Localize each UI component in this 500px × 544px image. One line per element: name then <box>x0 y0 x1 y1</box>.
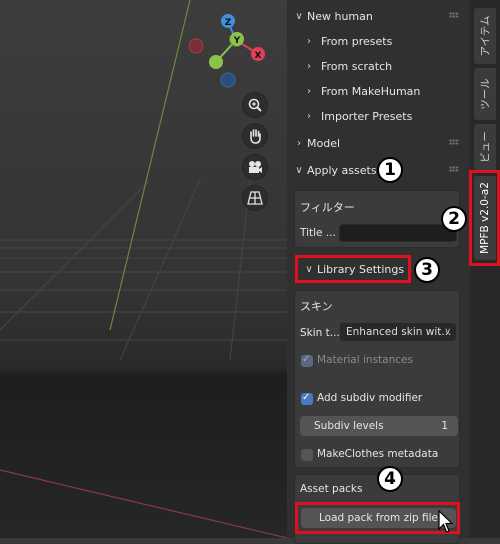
chevron-right-icon: › <box>307 110 311 122</box>
new-human-header[interactable]: ∨ New human <box>287 5 467 27</box>
makeclothes-metadata-label: MakeClothes metadata <box>317 448 439 460</box>
chevron-right-icon: › <box>297 137 301 149</box>
mouse-cursor-icon <box>438 510 454 533</box>
camera-view-button[interactable] <box>242 154 268 180</box>
drag-grip-icon[interactable] <box>449 139 459 145</box>
apply-assets-title: Apply assets <box>307 163 377 177</box>
title-filter-label: Title ... <box>300 227 336 239</box>
filter-box: フィルター Title ... <box>294 190 460 248</box>
importer-presets-item[interactable]: › Importer Presets <box>307 105 462 127</box>
highlight-load-pack-button <box>295 502 460 534</box>
add-subdiv-label: Add subdiv modifier <box>317 392 423 404</box>
skin-type-value: Enhanced skin wit... <box>346 326 452 338</box>
chevron-right-icon: › <box>307 60 311 72</box>
chevron-right-icon: › <box>307 35 311 47</box>
annotation-3: 3 <box>414 257 440 283</box>
gizmo-y-label: Y <box>233 36 241 46</box>
hand-pan-icon <box>250 129 261 144</box>
model-header[interactable]: › Model <box>287 132 467 154</box>
camera-icon <box>249 161 262 173</box>
tab-tool[interactable]: ツール <box>474 68 496 120</box>
chevron-down-icon: ∨ <box>444 327 451 337</box>
chevron-right-icon: › <box>307 85 311 97</box>
skin-type-label: Skin t... <box>300 327 340 339</box>
subdiv-levels-value: 1 <box>441 420 448 432</box>
subdiv-levels-label: Subdiv levels <box>314 420 384 432</box>
3d-viewport[interactable]: Z Y X <box>0 0 287 538</box>
skin-box: スキン Skin t... Enhanced skin wit... ∨ Mat… <box>294 290 460 468</box>
highlight-library-settings <box>295 255 411 283</box>
annotation-2: 2 <box>441 206 467 232</box>
makeclothes-metadata-checkbox[interactable] <box>301 449 313 461</box>
tab-item[interactable]: アイテム <box>474 8 496 64</box>
tab-tool-label: ツール <box>479 78 492 110</box>
from-presets-item[interactable]: › From presets <box>307 30 462 52</box>
skin-type-dropdown[interactable]: Enhanced skin wit... ∨ <box>339 322 457 342</box>
gizmo-x-label: X <box>255 51 262 61</box>
asset-packs-heading: Asset packs <box>300 483 363 495</box>
tab-view-label: ビュー <box>479 131 492 163</box>
new-human-title: New human <box>307 9 373 23</box>
drag-grip-icon[interactable] <box>449 166 459 172</box>
tab-view[interactable]: ビュー <box>474 124 496 170</box>
gizmo-z-label: Z <box>225 18 232 28</box>
annotation-1: 1 <box>377 157 403 183</box>
tab-item-label: アイテム <box>479 15 492 57</box>
zoom-button[interactable] <box>242 92 268 118</box>
model-title: Model <box>307 136 341 150</box>
pan-button[interactable] <box>242 123 268 149</box>
from-presets-label: From presets <box>321 34 393 48</box>
sidebar-tabs: アイテム ツール ビュー MPFB v2.0-a2 <box>470 0 500 538</box>
chevron-down-icon: ∨ <box>295 164 303 176</box>
add-subdiv-checkbox[interactable] <box>301 392 313 405</box>
perspective-grid-icon <box>247 191 263 205</box>
perspective-toggle-button[interactable] <box>242 185 268 211</box>
filter-heading: フィルター <box>300 201 355 214</box>
zoom-icon <box>248 98 262 112</box>
title-filter-input[interactable] <box>339 224 457 242</box>
from-scratch-label: From scratch <box>321 59 393 73</box>
from-scratch-item[interactable]: › From scratch <box>307 55 462 77</box>
chevron-down-icon: ∨ <box>295 10 303 22</box>
material-instances-label: Material instances <box>317 354 413 366</box>
navigation-gizmo[interactable]: Z Y X <box>0 0 287 100</box>
importer-presets-label: Importer Presets <box>321 109 413 123</box>
skin-heading: スキン <box>300 300 333 313</box>
highlight-mpfb-tab <box>469 170 500 266</box>
subdiv-levels-field[interactable]: Subdiv levels 1 <box>300 416 458 436</box>
material-instances-checkbox[interactable] <box>301 354 313 367</box>
from-makehuman-item[interactable]: › From MakeHuman <box>307 80 462 102</box>
drag-grip-icon[interactable] <box>449 12 459 18</box>
annotation-4: 4 <box>377 466 403 492</box>
from-makehuman-label: From MakeHuman <box>321 84 421 98</box>
